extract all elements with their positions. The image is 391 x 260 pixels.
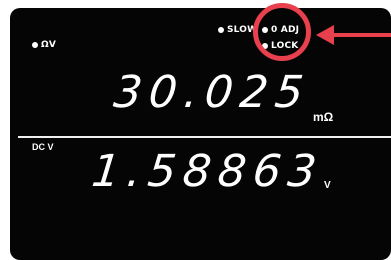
primary-unit: mΩ (313, 110, 334, 124)
indicator-dot (218, 27, 224, 33)
indicator-dot (32, 42, 38, 48)
secondary-unit: V (324, 180, 331, 191)
ohm-volt-mode-indicator: ΩV (32, 40, 56, 50)
ohm-volt-mode-label: ΩV (41, 40, 57, 50)
red-arrow-icon (316, 25, 391, 45)
highlight-circle-annotation (253, 3, 311, 61)
dc-volt-mode-label: DC V (32, 142, 54, 152)
primary-reading: 30.025 (111, 67, 313, 118)
secondary-reading: 1.58863 (89, 146, 326, 197)
display-divider (18, 136, 391, 138)
slow-indicator: SLOW (218, 25, 257, 35)
